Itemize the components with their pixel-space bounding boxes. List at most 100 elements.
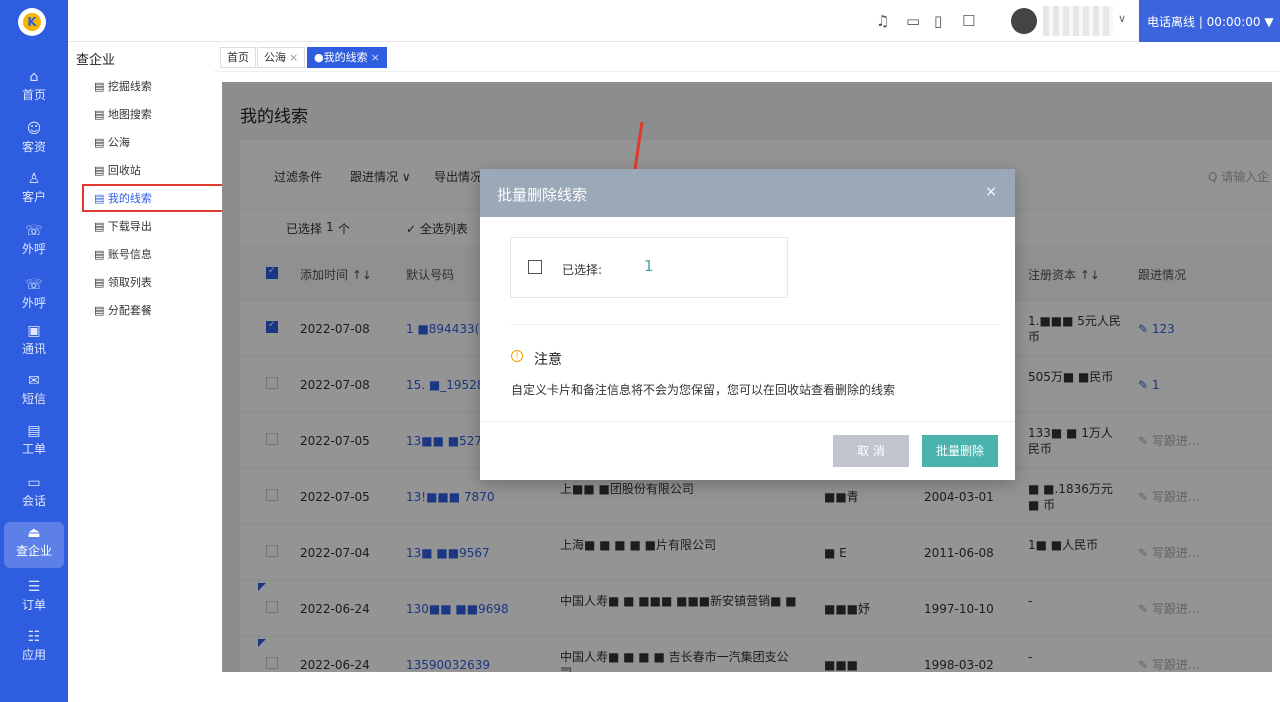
close-icon[interactable]: × [371,51,380,64]
headset-icon[interactable]: ♫ [876,12,889,30]
nav-item-0[interactable]: ⌂ 首页 [4,66,64,112]
chat-icon[interactable]: ☐ [962,12,975,30]
notice-text: 自定义卡片和备注信息将不会为您保留，您可以在回收站查看删除的线索 [511,383,896,397]
nav-item-1[interactable]: ☺ 客资 [4,118,64,164]
tab-label: 首页 [227,51,249,64]
nav-icon-0: ⌂ [29,69,39,85]
nav-label-0: 首页 [21,88,46,102]
nav-item-11[interactable]: ☷ 应用 [4,626,64,672]
selected-summary: 已选择: 1 [510,237,788,298]
close-icon[interactable]: × [289,51,298,64]
user-name-blurred[interactable] [1043,6,1113,36]
dialog-header: 批量删除线索 × [480,169,1015,217]
nav-icon-11: ☷ [27,629,41,645]
divider [510,324,998,325]
subnav-item-8[interactable]: ▤ 分配套餐 [94,302,152,318]
nav-label-2: 客户 [21,190,46,204]
nav-item-2[interactable]: ♙ 客户 [4,168,64,214]
nav-item-6[interactable]: ✉ 短信 [4,370,64,416]
nav-label-3: 外呼 [21,242,46,256]
sub-nav: 查企业 ▤ 挖掘线索 ▤ 地图搜索 ▤ 公海 ▤ 回收站 ▤ 我的线索 ▤ 下载导出 ▤ 账… [68,42,240,702]
tab-label: 公海 [264,51,286,64]
dialog-title: 批量删除线索 [497,186,588,204]
doc-icon: ▤ [94,80,108,93]
nav-icon-3: ☏ [25,223,43,239]
nav-label-7: 工单 [21,442,46,456]
tab-0[interactable]: 首页 [220,47,256,68]
subnav-label: 账号信息 [107,248,152,261]
nav-label-11: 应用 [21,648,46,662]
subnav-label: 我的线索 [107,192,152,205]
nav-icon-9: ⏏ [27,525,41,541]
doc-icon: ▤ [94,108,108,121]
nav-label-9: 查企业 [15,544,52,558]
nav-icon-8: ▭ [27,475,41,491]
nav-item-8[interactable]: ▭ 会话 [4,472,64,518]
subnav-item-6[interactable]: ▤ 账号信息 [94,246,152,262]
subnav-item-2[interactable]: ▤ 公海 [94,134,130,150]
left-nav: K ⌂ 首页 ☺ 客资 ♙ 客户 ☏ 外呼 ☏ 外呼 ▣ 通讯 ✉ 短信 ▤ 工单 ▭ 会话 ⏏ 查企业 ☰ 订单 ☷ 应用 [0,0,68,702]
dialog-footer-divider [480,421,1015,422]
tab-1[interactable]: 公海 × [257,47,306,68]
subnav-item-1[interactable]: ▤ 地图搜索 [94,106,152,122]
subnav-item-4[interactable]: ▤ 我的线索 [82,184,240,212]
cancel-button[interactable]: 取 消 [833,435,909,467]
subnav-item-0[interactable]: ▤ 挖掘线索 [94,78,152,94]
subnav-label: 挖掘线索 [107,80,152,93]
doc-icon: ▤ [94,304,108,317]
nav-item-3[interactable]: ☏ 外呼 [4,220,64,266]
notice-title: 注意 [534,352,562,368]
nav-icon-5: ▣ [27,323,41,339]
subnav-label: 分配套餐 [107,304,152,317]
subnav-label: 地图搜索 [107,108,152,121]
nav-item-4[interactable]: ☏ 外呼 [4,274,64,320]
nav-label-1: 客资 [21,140,46,154]
avatar[interactable] [1011,8,1037,34]
doc-icon: ▤ [94,136,108,149]
doc-icon: ▤ [94,220,108,233]
selected-label: 已选择: [562,263,603,277]
selected-count: 1 [644,257,654,275]
subnav-label: 下载导出 [107,220,152,233]
nav-label-8: 会话 [21,494,46,508]
nav-label-6: 短信 [21,392,46,406]
nav-label-5: 通讯 [21,342,46,356]
nav-icon-7: ▤ [27,423,41,439]
checklist-icon [528,260,542,274]
subnav-item-5[interactable]: ▤ 下载导出 [94,218,152,234]
subnav-label: 领取列表 [107,276,152,289]
nav-item-7[interactable]: ▤ 工单 [4,420,64,466]
tab-bar: 首页 公海 × ●我的线索 × [214,42,1280,72]
nav-icon-2: ♙ [27,171,41,187]
nav-icon-10: ☰ [27,579,41,595]
doc-icon: ▤ [94,248,108,261]
nav-item-5[interactable]: ▣ 通讯 [4,320,64,366]
subnav-label: 回收站 [107,164,141,177]
tab-label: ●我的线索 [314,51,368,64]
warning-icon: ! [511,350,523,362]
subnav-item-3[interactable]: ▤ 回收站 [94,162,141,178]
nav-item-10[interactable]: ☰ 订单 [4,576,64,622]
phone-status[interactable]: 电话离线 | 00:00:00 ▼ [1139,0,1280,42]
nav-icon-1: ☺ [26,121,42,137]
nav-label-4: 外呼 [21,296,46,310]
doc-icon: ▤ [94,276,108,289]
doc-icon: ▤ [94,164,108,177]
app-root: K ⌂ 首页 ☺ 客资 ♙ 客户 ☏ 外呼 ☏ 外呼 ▣ 通讯 ✉ 短信 ▤ 工单 ▭ 会话 ⏏ 查企业 ☰ 订单 ☷ 应用 … [0,0,1280,702]
monitor-icon[interactable]: ▭ [906,12,920,30]
tab-2[interactable]: ●我的线索 × [307,47,387,68]
subnav-title: 查企业 [76,53,116,68]
nav-icon-4: ☏ [25,277,43,293]
book-icon[interactable]: ▯ [934,12,942,30]
close-icon[interactable]: × [985,184,997,200]
nav-item-9[interactable]: ⏏ 查企业 [4,522,64,568]
batch-delete-button[interactable]: 批量删除 [922,435,998,467]
nav-icon-6: ✉ [28,373,40,389]
chevron-down-icon[interactable]: ∨ [1118,12,1126,25]
top-bar: ♫ ▭ ▯ ☐ ∨ 电话离线 | 00:00:00 ▼ [68,0,1280,42]
doc-icon: ▤ [94,192,108,205]
batch-delete-dialog: 批量删除线索 × 已选择: 1 ! 注意 自定义卡片和备注信息将不会为您保留，您… [480,169,1015,480]
nav-label-10: 订单 [21,598,46,612]
subnav-item-7[interactable]: ▤ 领取列表 [94,274,152,290]
subnav-label: 公海 [107,136,130,149]
